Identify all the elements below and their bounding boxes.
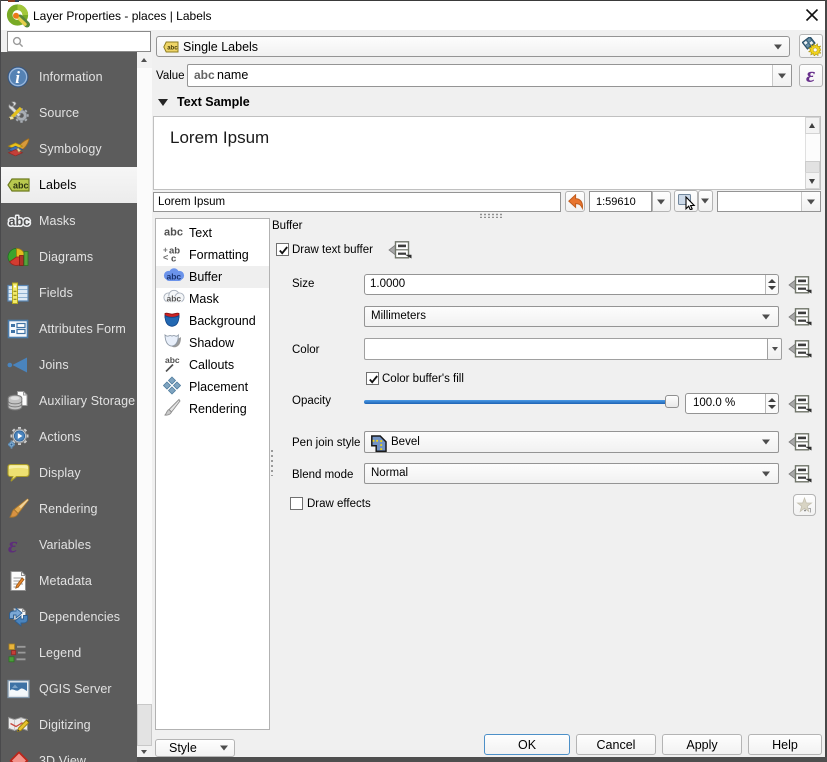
svg-text:abc: abc	[165, 355, 180, 365]
svg-text:<: <	[163, 253, 168, 263]
svg-text:i: i	[15, 68, 20, 87]
svg-text:abc: abc	[9, 215, 31, 229]
svg-text:ε: ε	[8, 534, 18, 556]
svg-text:abc: abc	[167, 46, 178, 52]
svg-text:abc: abc	[167, 294, 182, 304]
svg-text:abc: abc	[164, 227, 183, 239]
svg-text:abc: abc	[167, 272, 182, 282]
svg-text:c: c	[171, 254, 176, 263]
svg-text:abc: abc	[13, 181, 29, 191]
